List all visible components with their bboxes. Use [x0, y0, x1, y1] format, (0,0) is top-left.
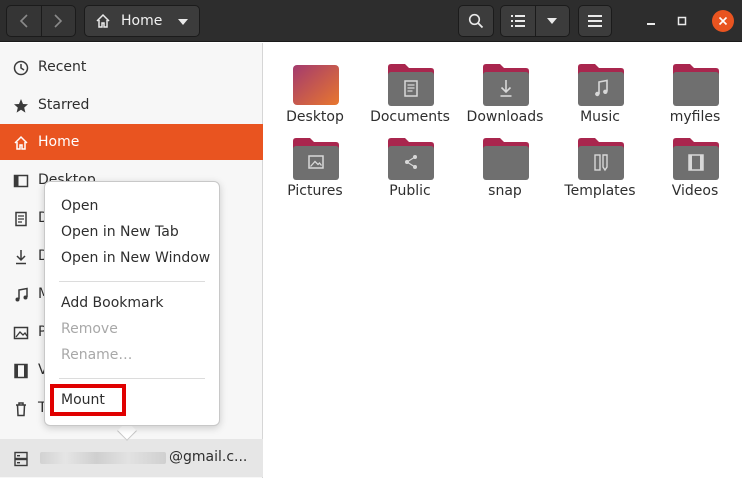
navigation-buttons: [6, 5, 76, 37]
videos-icon: [12, 362, 29, 379]
downloads-icon: [12, 248, 29, 265]
location-label: Home: [121, 13, 163, 29]
folder-music[interactable]: Music: [555, 53, 645, 125]
mount-email-label: @gmail.c...: [169, 449, 248, 465]
menu-item-open-new-tab[interactable]: Open in New Tab: [45, 220, 221, 246]
home-icon: [96, 13, 110, 28]
maximize-button[interactable]: [671, 10, 693, 32]
sidebar-item-label: Recent: [38, 59, 87, 75]
menu-item-rename: Rename…: [45, 343, 221, 369]
redacted-email: [40, 452, 166, 464]
menu-item-label: Open in New Window: [61, 250, 211, 266]
folder-label: Public: [389, 183, 431, 199]
folder-icon: [483, 138, 529, 180]
documents-folder-icon: [388, 64, 434, 106]
folder-label: snap: [488, 183, 522, 199]
home-icon: [12, 134, 29, 151]
menu-item-remove: Remove: [45, 317, 221, 343]
music-icon: [12, 286, 29, 303]
menu-button[interactable]: [578, 5, 612, 37]
clock-icon: [12, 59, 29, 76]
folder-label: Music: [580, 109, 620, 125]
desktop-icon: [12, 172, 29, 189]
downloads-folder-icon: [483, 64, 529, 106]
search-button[interactable]: [458, 5, 494, 37]
menu-item-add-bookmark[interactable]: Add Bookmark: [45, 291, 221, 317]
file-view: Desktop Documents Downloads Music myfile…: [264, 43, 742, 478]
menu-item-label: Rename…: [61, 347, 133, 363]
header-bar: Home: [0, 0, 742, 42]
star-icon: [12, 97, 29, 114]
menu-item-open-new-window[interactable]: Open in New Window: [45, 246, 221, 272]
folder-public[interactable]: Public: [365, 127, 455, 199]
sidebar-item-label: Starred: [38, 97, 90, 113]
view-options-button[interactable]: [534, 6, 569, 36]
menu-item-label: Remove: [61, 321, 118, 337]
folder-label: myfiles: [669, 109, 721, 125]
minimize-button[interactable]: [640, 10, 662, 32]
go-back-icon: [19, 14, 28, 28]
mount-highlight-box: [50, 384, 126, 416]
menu-separator: [59, 281, 205, 282]
folder-videos[interactable]: Videos: [650, 127, 740, 199]
search-icon: [468, 13, 484, 29]
list-view-icon: [510, 15, 525, 27]
location-button[interactable]: Home: [84, 5, 200, 37]
folder-label: Documents: [370, 109, 450, 125]
sidebar-item-network-mount[interactable]: @gmail.c...: [0, 439, 263, 477]
music-folder-icon: [578, 64, 624, 106]
videos-folder-icon: [673, 138, 719, 180]
close-button[interactable]: [712, 10, 734, 32]
close-icon: [718, 16, 728, 26]
folder-label: Downloads: [466, 109, 544, 125]
folder-templates[interactable]: Templates: [555, 127, 645, 199]
hamburger-menu-icon: [588, 15, 602, 27]
folder-pictures[interactable]: Pictures: [270, 127, 360, 199]
view-options-caret-icon: [547, 18, 558, 24]
desktop-folder-icon: [293, 65, 339, 105]
folder-desktop[interactable]: Desktop: [270, 53, 360, 125]
menu-item-open[interactable]: Open: [45, 194, 221, 220]
folder-icon: [673, 64, 719, 106]
list-view-button[interactable]: [501, 6, 535, 36]
menu-item-label: Add Bookmark: [61, 295, 164, 311]
sidebar-item-label: Home: [38, 134, 80, 150]
menu-item-label: Open in New Tab: [61, 224, 179, 240]
menu-item-label: Open: [61, 198, 99, 214]
folder-snap[interactable]: snap: [460, 127, 550, 199]
trash-icon: [12, 400, 29, 417]
forward-button[interactable]: [40, 6, 75, 36]
public-folder-icon: [388, 138, 434, 180]
templates-folder-icon: [578, 138, 624, 180]
menu-separator: [59, 378, 205, 379]
folder-label: Pictures: [287, 183, 343, 199]
folder-documents[interactable]: Documents: [365, 53, 455, 125]
folder-label: Videos: [671, 183, 719, 199]
folder-downloads[interactable]: Downloads: [460, 53, 550, 125]
folder-label: Templates: [564, 183, 636, 199]
sidebar-item-starred[interactable]: Starred: [0, 87, 263, 123]
dropdown-caret-icon: [178, 19, 188, 25]
go-forward-icon: [54, 14, 63, 28]
view-buttons: [500, 5, 570, 37]
documents-icon: [12, 210, 29, 227]
pictures-icon: [12, 324, 29, 341]
folder-label: Desktop: [286, 109, 344, 125]
minimize-icon: [647, 23, 655, 25]
maximize-icon: [677, 16, 687, 26]
folder-myfiles[interactable]: myfiles: [650, 53, 740, 125]
back-button[interactable]: [7, 6, 41, 36]
sidebar-item-home[interactable]: Home: [0, 124, 263, 160]
pictures-folder-icon: [293, 138, 339, 180]
sidebar-item-recent[interactable]: Recent: [0, 49, 263, 85]
network-drive-icon: [12, 450, 29, 467]
